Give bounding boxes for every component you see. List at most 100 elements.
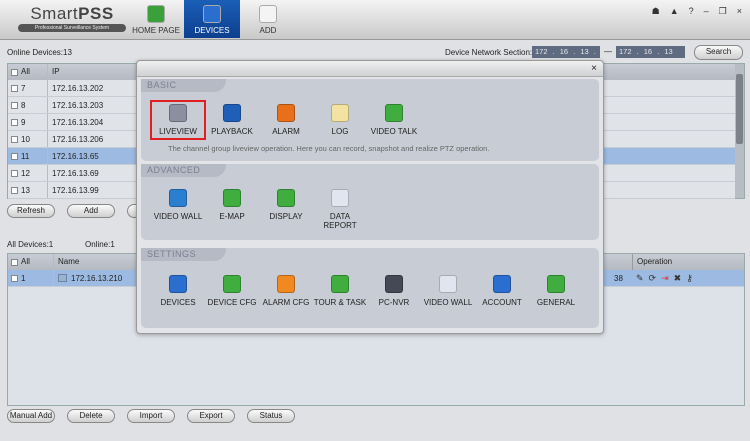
item-label: VIDEO WALL bbox=[153, 212, 203, 221]
user-icon[interactable]: ☗ bbox=[652, 6, 660, 17]
row-checkbox[interactable] bbox=[11, 169, 18, 177]
row-number: 10 bbox=[21, 134, 30, 144]
manual-add-button[interactable]: Manual Add bbox=[7, 409, 55, 423]
item-label: LIVEVIEW bbox=[159, 127, 197, 136]
advanced-item-video-wall[interactable]: VIDEO WALL bbox=[151, 186, 205, 233]
row-number: 8 bbox=[21, 100, 26, 110]
item-label: LOG bbox=[331, 127, 349, 136]
window-controls: ☗ ▲? – ❐ × bbox=[652, 6, 742, 17]
device-ip: 172.16.13.69 bbox=[52, 169, 99, 178]
settings-item-tour-task[interactable]: TOUR & TASK bbox=[313, 272, 367, 310]
scrollbar[interactable] bbox=[735, 64, 744, 198]
logo-title-bold: PSS bbox=[78, 4, 114, 23]
logout-icon[interactable]: ⇥ bbox=[661, 270, 669, 287]
edit-icon[interactable]: ✎ bbox=[636, 270, 644, 287]
log-icon bbox=[331, 104, 349, 122]
item-label: PC-NVR bbox=[378, 298, 410, 307]
basic-item-alarm[interactable]: ALARM bbox=[259, 101, 313, 139]
item-label: ALARM CFG bbox=[262, 298, 310, 307]
online-devices-count: Online Devices:13 bbox=[7, 48, 72, 57]
advanced-item-display[interactable]: DISPLAY bbox=[259, 186, 313, 233]
select-all-checkbox[interactable] bbox=[11, 258, 18, 266]
export-button[interactable]: Export bbox=[187, 409, 235, 423]
plus-icon bbox=[259, 5, 277, 23]
nav-tab-add[interactable]: ADD bbox=[240, 0, 296, 38]
display-icon bbox=[277, 189, 295, 207]
row-checkbox[interactable] bbox=[11, 101, 18, 109]
alarm-cfg-icon bbox=[277, 275, 295, 293]
feature-menu-dialog: × BASIC LIVEVIEW PLAYBACK ALARM LOG VIDEO TA… bbox=[136, 60, 604, 334]
add-button[interactable]: Add bbox=[67, 204, 115, 218]
e-map-icon bbox=[223, 189, 241, 207]
header-all: All bbox=[21, 257, 30, 266]
row-checkbox[interactable] bbox=[11, 274, 18, 282]
settings-item-devices[interactable]: DEVICES bbox=[151, 272, 205, 310]
settings-item-general[interactable]: GENERAL bbox=[529, 272, 583, 310]
close-icon[interactable]: × bbox=[737, 6, 742, 17]
device-ip: 172.16.13.99 bbox=[52, 186, 99, 195]
help-icon[interactable]: ? bbox=[689, 6, 694, 17]
device-cfg-icon bbox=[223, 275, 241, 293]
delete-button[interactable]: Delete bbox=[67, 409, 115, 423]
row-number: 12 bbox=[21, 168, 30, 178]
end-ip-input[interactable]: 172 . 16 . 13 .255 bbox=[616, 46, 685, 68]
top-bar: SmartPSS Professional Surveillance Syste… bbox=[0, 0, 750, 40]
device-ip: 172.16.13.202 bbox=[52, 84, 104, 93]
nav-tab-label: DEVICES bbox=[194, 26, 230, 35]
row-number: 11 bbox=[21, 151, 30, 161]
devices-icon bbox=[169, 275, 187, 293]
advanced-item-data-report[interactable]: DATA REPORT bbox=[313, 186, 367, 233]
status-button[interactable]: Status bbox=[247, 409, 295, 423]
basic-item-liveview[interactable]: LIVEVIEW bbox=[150, 100, 206, 140]
row-checkbox[interactable] bbox=[11, 152, 18, 160]
playback-icon bbox=[223, 104, 241, 122]
settings-item-device-cfg[interactable]: DEVICE CFG bbox=[205, 272, 259, 310]
data-report-icon bbox=[331, 189, 349, 207]
nav-tab-devices[interactable]: DEVICES bbox=[184, 0, 240, 38]
nav-tab-home-page[interactable]: HOME PAGE bbox=[128, 0, 184, 38]
row-checkbox[interactable] bbox=[11, 135, 18, 143]
settings-item-account[interactable]: ACCOUNT bbox=[475, 272, 529, 310]
settings-item-video-wall[interactable]: VIDEO WALL bbox=[421, 272, 475, 310]
delete-icon[interactable]: ✖ bbox=[674, 270, 682, 287]
nav-tab-label: ADD bbox=[259, 26, 277, 35]
settings-item-pc-nvr[interactable]: PC-NVR bbox=[367, 272, 421, 310]
item-label: DISPLAY bbox=[269, 212, 303, 221]
close-dialog-button[interactable]: × bbox=[591, 63, 597, 74]
row-number: 9 bbox=[21, 117, 26, 127]
row-checkbox[interactable] bbox=[11, 84, 18, 92]
settings-item-alarm-cfg[interactable]: ALARM CFG bbox=[259, 272, 313, 310]
header-operation: Operation bbox=[632, 254, 672, 270]
camera-dome-icon bbox=[203, 5, 221, 23]
basic-item-video-talk[interactable]: VIDEO TALK bbox=[367, 101, 421, 139]
alarm-icon bbox=[277, 104, 295, 122]
header-all: All bbox=[21, 67, 30, 76]
basic-item-log[interactable]: LOG bbox=[313, 101, 367, 139]
import-button[interactable]: Import bbox=[127, 409, 175, 423]
search-button[interactable]: Search bbox=[694, 45, 743, 60]
item-label: ACCOUNT bbox=[482, 298, 522, 307]
item-label: DATA REPORT bbox=[323, 212, 357, 230]
logo-subtitle: Professional Surveillance System bbox=[18, 24, 126, 32]
restore-icon[interactable]: ❐ bbox=[719, 6, 727, 17]
start-ip-input[interactable]: 172 . 16 . 13 . 0 bbox=[532, 46, 600, 68]
minimize-icon[interactable]: – bbox=[704, 6, 709, 17]
refresh-button[interactable]: Refresh bbox=[7, 204, 55, 218]
section-title: BASIC bbox=[141, 79, 226, 92]
row-checkbox[interactable] bbox=[11, 118, 18, 126]
device-ip: 172.16.13.203 bbox=[52, 101, 104, 110]
row-checkbox[interactable] bbox=[11, 186, 18, 194]
key-icon[interactable]: ⚷ bbox=[686, 270, 693, 287]
basic-item-playback[interactable]: PLAYBACK bbox=[205, 101, 259, 139]
lock-icon[interactable]: ▲ bbox=[670, 6, 679, 17]
general-icon bbox=[547, 275, 565, 293]
ip-range-dash: — bbox=[604, 47, 612, 56]
refresh-icon[interactable]: ⟳ bbox=[649, 270, 657, 287]
row-number: 7 bbox=[21, 83, 26, 93]
advanced-item-e-map[interactable]: E-MAP bbox=[205, 186, 259, 233]
item-label: DEVICE CFG bbox=[207, 298, 257, 307]
select-all-checkbox[interactable] bbox=[11, 68, 18, 76]
device-partial-cell: 38 bbox=[614, 274, 623, 283]
video-talk-icon bbox=[385, 104, 403, 122]
item-label: TOUR & TASK bbox=[313, 298, 367, 307]
